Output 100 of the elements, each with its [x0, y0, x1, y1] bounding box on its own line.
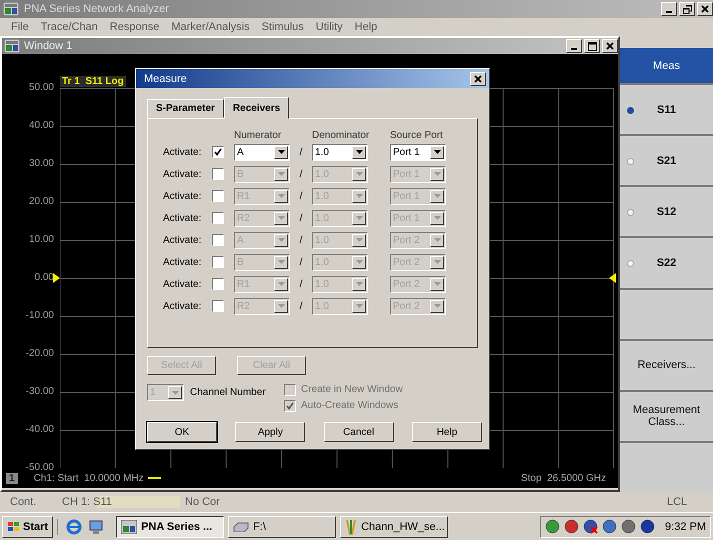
softkey-button[interactable] — [620, 288, 713, 339]
taskbar-button[interactable]: PNA Series ... — [116, 516, 224, 538]
ratio-slash: / — [298, 190, 304, 202]
minimize-button[interactable] — [661, 2, 677, 16]
activate-label: Activate: — [163, 190, 202, 202]
tab[interactable]: S-Parameter — [147, 99, 224, 118]
activate-label: Activate: — [163, 278, 202, 290]
caret-icon — [356, 172, 362, 176]
dialog-button[interactable]: Help — [412, 422, 482, 442]
tray-icon[interactable] — [583, 519, 598, 534]
caret-icon — [356, 194, 362, 198]
softkey-button[interactable]: S11 — [620, 83, 713, 134]
column-header: Numerator — [234, 130, 282, 141]
caret-icon — [278, 304, 284, 308]
caret-icon — [434, 194, 440, 198]
sweep-mode-status: Cont. — [9, 496, 38, 508]
caret-icon — [434, 282, 440, 286]
computer-icon[interactable] — [88, 518, 104, 534]
ratio-slash: / — [298, 168, 304, 180]
tab[interactable]: Receivers — [224, 97, 290, 119]
caret-icon — [434, 150, 440, 154]
window-title: PNA Series Network Analyzer — [24, 3, 170, 15]
checkbox-label: Create in New Window — [301, 384, 403, 395]
caret-icon — [278, 216, 284, 220]
start-button[interactable]: Start — [2, 516, 54, 538]
close-button[interactable] — [602, 39, 618, 53]
denominator-dropdown[interactable]: 1.0 — [312, 144, 368, 160]
activate-label: Activate: — [163, 212, 202, 224]
checkbox[interactable] — [212, 146, 224, 158]
caret-icon — [356, 150, 362, 154]
caret-icon — [278, 172, 284, 176]
caret-icon — [356, 260, 362, 264]
ratio-slash: / — [298, 300, 304, 312]
caret-icon — [278, 150, 284, 154]
dialog-button[interactable]: Apply — [235, 422, 306, 442]
close-button[interactable] — [470, 72, 486, 86]
check-icon — [214, 148, 222, 156]
softkey-button[interactable]: S21 — [620, 134, 713, 186]
tray-icon[interactable] — [640, 519, 656, 534]
restore-button[interactable] — [679, 2, 695, 16]
column-header: Denominator — [312, 130, 368, 141]
taskbar-button[interactable]: F:\ — [228, 516, 336, 538]
maximize-button[interactable] — [584, 39, 600, 53]
dialog-button[interactable]: Cancel — [324, 422, 394, 442]
tray-icon[interactable] — [602, 519, 618, 534]
caret-icon — [278, 238, 284, 242]
close-icon — [606, 42, 614, 50]
caret-icon — [356, 216, 362, 220]
drive-icon — [233, 522, 250, 532]
activate-label: Activate: — [163, 256, 202, 268]
y-axis-label: -40.00 — [26, 423, 54, 437]
reference-marker-icon — [609, 273, 616, 283]
y-axis-label: 10.00 — [28, 233, 54, 247]
close-icon — [474, 74, 482, 82]
caret-icon — [434, 216, 440, 220]
restore-icon — [682, 4, 692, 14]
windows-logo-icon — [7, 520, 21, 532]
channel-label: Channel Number — [190, 387, 266, 398]
dialog-button[interactable]: OK — [147, 422, 217, 442]
softkey-button[interactable] — [620, 440, 713, 492]
y-axis-label: -30.00 — [26, 385, 54, 399]
close-button[interactable] — [697, 2, 713, 16]
activate-label: Activate: — [163, 234, 202, 246]
y-axis-label: 40.00 — [28, 119, 54, 133]
caret-icon — [434, 172, 440, 176]
caret-icon — [356, 282, 362, 286]
taskbar-button[interactable]: Chann_HW_se... — [340, 516, 448, 538]
dialog-title: Measure — [144, 72, 188, 84]
tray-icon[interactable] — [545, 519, 560, 534]
ratio-slash: / — [298, 278, 304, 290]
remote-status: LCL — [667, 496, 688, 508]
softkey-button[interactable]: S22 — [620, 236, 713, 288]
source-port-dropdown[interactable]: Port 1 — [390, 144, 446, 160]
close-icon — [701, 5, 709, 13]
caret-icon — [356, 304, 362, 308]
menu-item[interactable]: File — [5, 21, 35, 33]
tray-icon[interactable] — [621, 519, 636, 534]
y-axis-label: -50.00 — [26, 461, 54, 474]
y-axis-label: -20.00 — [26, 347, 54, 361]
menu-item[interactable]: Trace/Chan — [34, 21, 104, 33]
menu-item[interactable]: Marker/Analysis — [165, 21, 256, 33]
app-icon — [3, 2, 19, 16]
y-axis-label: 30.00 — [28, 157, 54, 171]
menu-item[interactable]: Help — [348, 21, 384, 33]
softkey-button[interactable]: Measurement Class... — [620, 390, 713, 441]
menu-item[interactable]: Stimulus — [256, 21, 310, 33]
checkbox-label: Auto-Create Windows — [301, 400, 398, 411]
softkey-button[interactable]: S12 — [620, 185, 713, 236]
numerator-dropdown[interactable]: A — [234, 144, 290, 160]
window-title: Window 1 — [24, 40, 74, 52]
tray-icon[interactable] — [564, 519, 580, 534]
softkey-button[interactable]: Receivers... — [620, 338, 713, 390]
column-header: Source Port — [390, 130, 444, 141]
menu-item[interactable]: Utility — [310, 21, 349, 33]
minimize-button[interactable] — [566, 39, 582, 53]
browser-icon[interactable] — [66, 518, 82, 534]
menu-item[interactable]: Response — [104, 21, 166, 33]
clock: 9:32 PM — [665, 520, 706, 532]
document-icon — [345, 518, 358, 534]
caret-icon — [434, 260, 440, 264]
